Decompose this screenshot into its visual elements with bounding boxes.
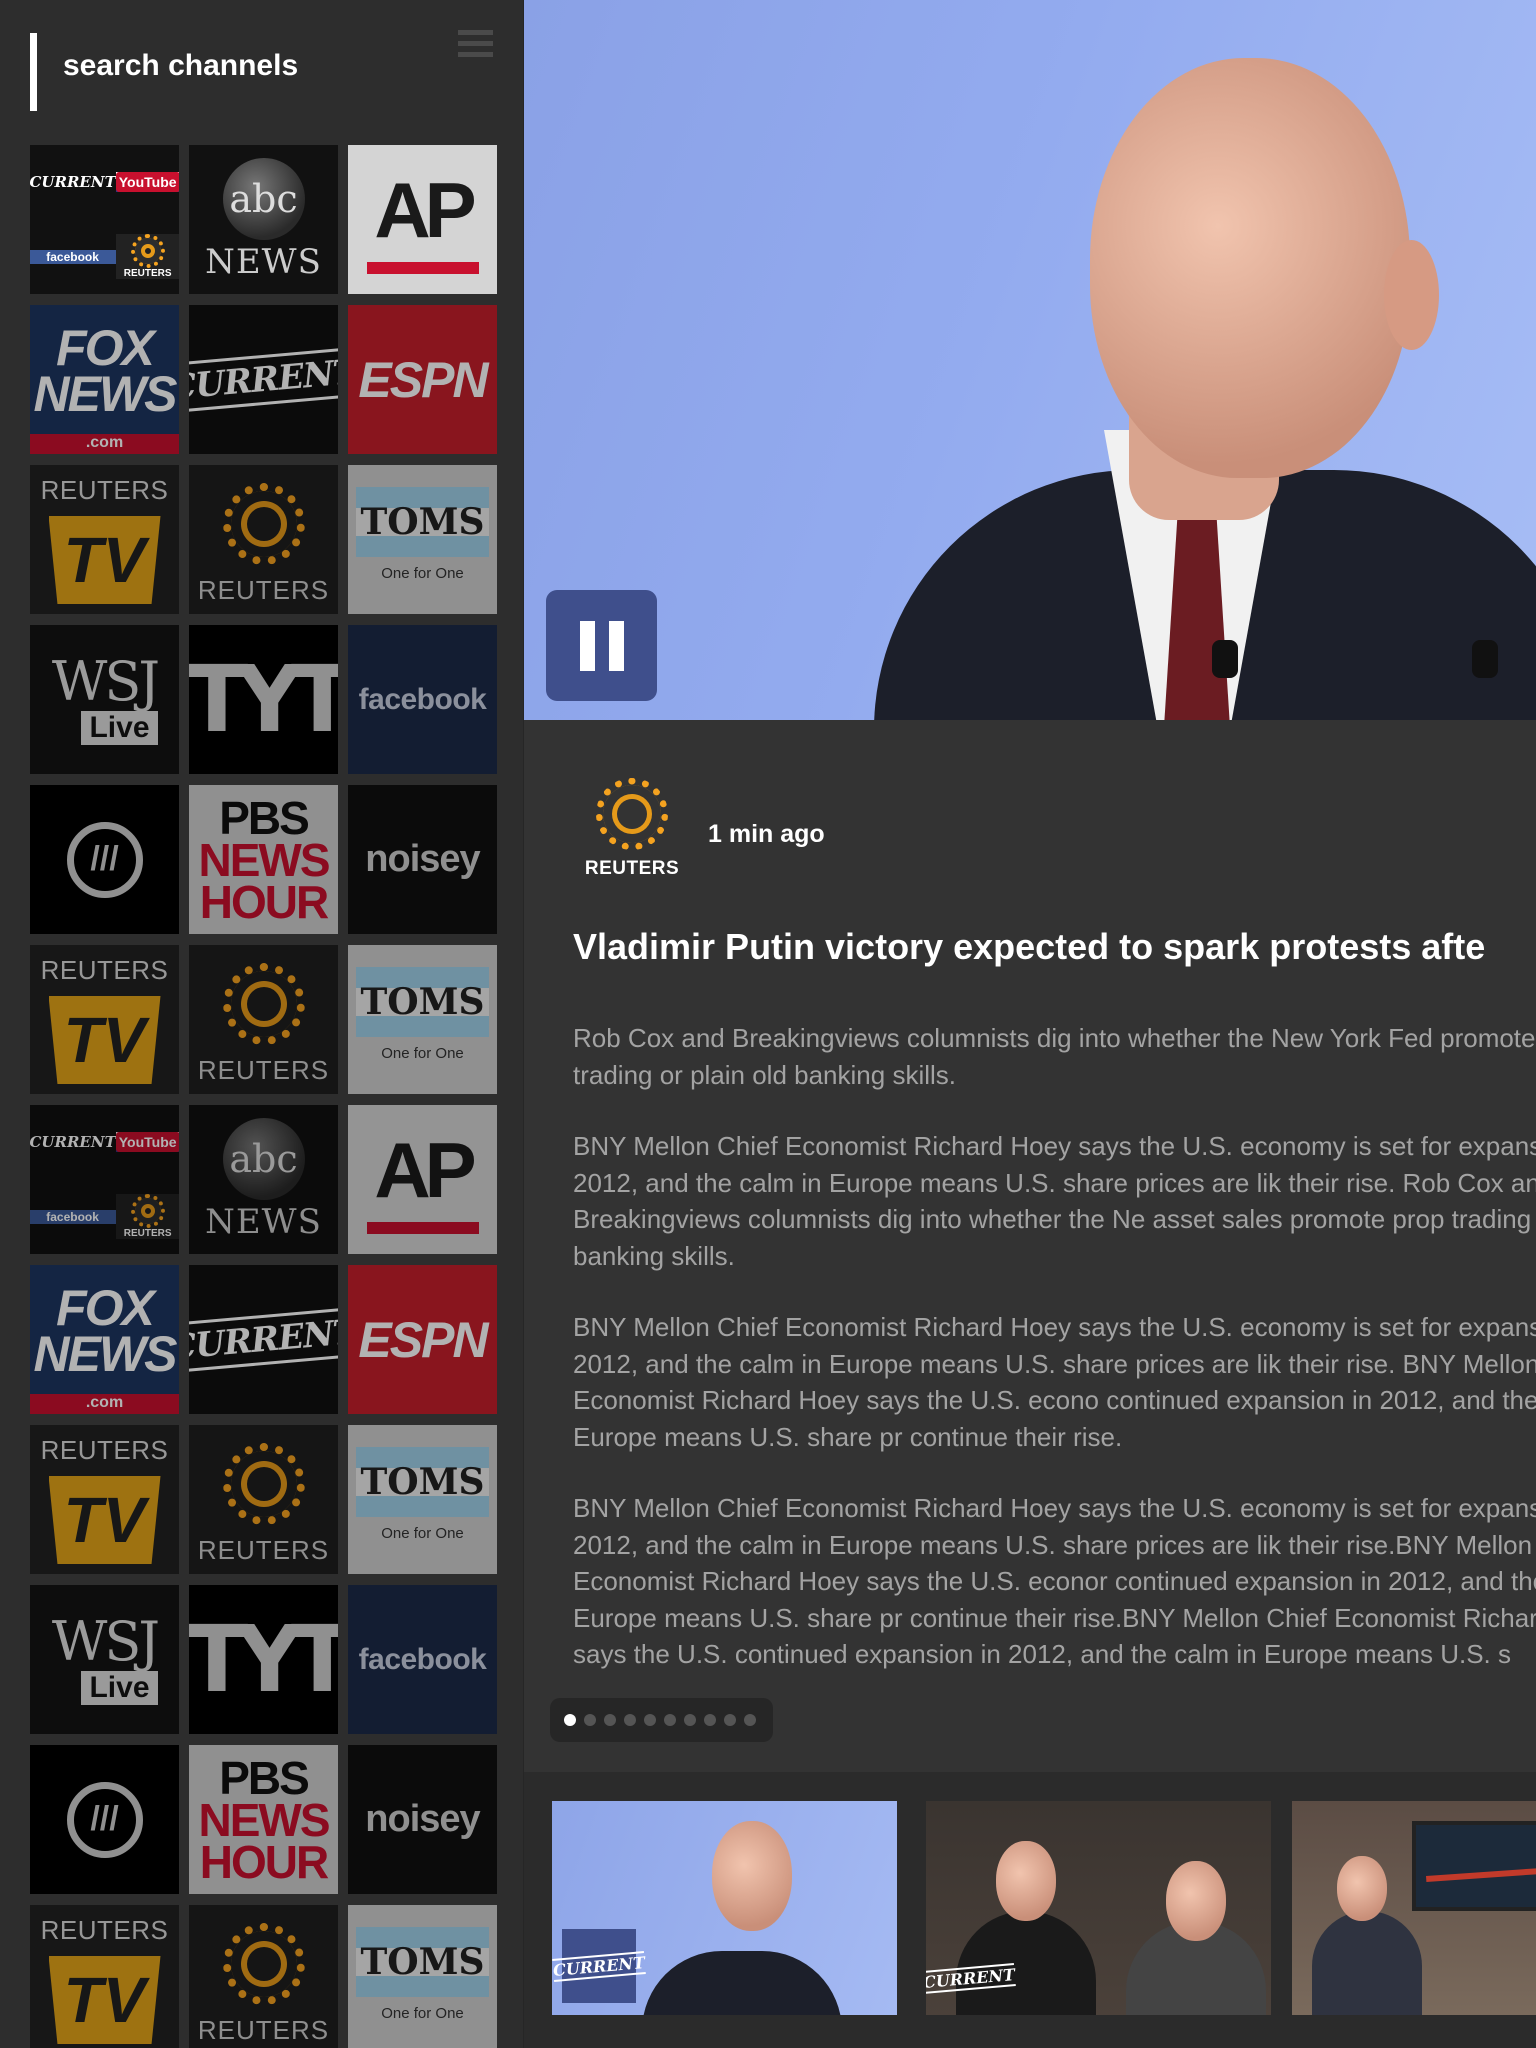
channel-tile-reu[interactable]: REUTERS xyxy=(189,1425,338,1574)
article-paragraph: Rob Cox and Breakingviews columnists dig… xyxy=(573,1023,1536,1090)
channel-tile-espn[interactable]: ESPN xyxy=(348,1265,497,1414)
pause-icon-bar xyxy=(579,620,595,671)
channel-tile-reutv[interactable]: REUTERS TV xyxy=(30,1905,179,2048)
main-content: REUTERS 1 min ago Vladimir Putin victory… xyxy=(524,0,1536,2048)
app-root: search channels CURRENT YouTube facebook RE… xyxy=(0,0,1536,2048)
current-channel-badge: CURRENT xyxy=(552,1929,646,2003)
channel-tile-pbs[interactable]: PBS NEWS HOUR xyxy=(189,785,338,934)
microphone-icon xyxy=(1212,640,1238,678)
channel-tile-pitch[interactable]: /// xyxy=(30,1745,179,1894)
article-body: Rob Cox and Breakingviews columnists dig… xyxy=(573,1020,1536,1708)
video-frame-ear xyxy=(1384,240,1439,350)
thumb-face xyxy=(712,1821,792,1931)
channel-tile-reutv[interactable]: REUTERS TV xyxy=(30,465,179,614)
thumb-figure xyxy=(642,1951,842,2015)
channel-tile-reutv[interactable]: REUTERS TV xyxy=(30,945,179,1094)
channel-tile-wsj[interactable]: WSJ Live xyxy=(30,625,179,774)
video-thumbnail[interactable]: CURRENT xyxy=(926,1801,1271,2015)
channel-tile-espn[interactable]: ESPN xyxy=(348,305,497,454)
current-channel-badge: CURRENT xyxy=(926,1941,1016,2015)
channel-tile-wsj[interactable]: WSJ Live xyxy=(30,1585,179,1734)
video-thumbnail[interactable]: CURRENT xyxy=(552,1801,897,2015)
channel-tile-pitch[interactable]: /// xyxy=(30,785,179,934)
thumb-face xyxy=(996,1841,1056,1921)
thumb-figure xyxy=(1312,1911,1422,2015)
article-timestamp: 1 min ago xyxy=(708,820,825,848)
pause-icon-bar xyxy=(608,620,624,671)
channel-tile-reutv[interactable]: REUTERS TV xyxy=(30,1425,179,1574)
article-paragraph: BNY Mellon Chief Economist Richard Hoey … xyxy=(573,1131,1536,1271)
thumb-face xyxy=(1166,1861,1226,1941)
page-dot[interactable] xyxy=(724,1714,736,1726)
page-dot[interactable] xyxy=(584,1714,596,1726)
channel-tile-composite[interactable]: CURRENT YouTube facebook REUTERS xyxy=(30,1105,179,1254)
pause-button[interactable] xyxy=(546,590,657,701)
channel-tile-tyt[interactable]: TYT xyxy=(189,625,338,774)
video-frame-face xyxy=(1090,58,1410,478)
channel-tile-current[interactable]: CURRENT xyxy=(189,1265,338,1414)
page-indicator[interactable] xyxy=(550,1698,773,1742)
page-dot[interactable] xyxy=(744,1714,756,1726)
channel-tile-reu[interactable]: REUTERS xyxy=(189,1905,338,2048)
channel-tile-ap[interactable]: AP xyxy=(348,145,497,294)
reuters-logo-icon xyxy=(596,778,668,850)
article-paragraph: BNY Mellon Chief Economist Richard Hoey … xyxy=(573,1312,1536,1452)
channel-grid: CURRENT YouTube facebook REUTERS abc NEWS AP FO… xyxy=(30,145,500,2048)
search-placeholder: search channels xyxy=(63,49,299,82)
related-videos-strip: CURRENT CURRENT xyxy=(524,1772,1536,2048)
channel-tile-abc[interactable]: abc NEWS xyxy=(189,145,338,294)
channel-tile-abc[interactable]: abc NEWS xyxy=(189,1105,338,1254)
page-dot[interactable] xyxy=(624,1714,636,1726)
hamburger-menu-icon[interactable] xyxy=(458,30,493,60)
source-name: REUTERS xyxy=(584,858,680,879)
channel-tile-composite[interactable]: CURRENT YouTube facebook REUTERS xyxy=(30,145,179,294)
thumb-face xyxy=(1337,1856,1387,1921)
channel-tile-fb[interactable]: facebook xyxy=(348,1585,497,1734)
channel-sidebar: search channels CURRENT YouTube facebook RE… xyxy=(0,0,523,2048)
channel-tile-reu[interactable]: REUTERS xyxy=(189,945,338,1094)
article-paragraph: BNY Mellon Chief Economist Richard Hoey … xyxy=(573,1493,1536,1669)
channel-tile-toms[interactable]: TOMS One for One xyxy=(348,945,497,1094)
page-dot[interactable] xyxy=(704,1714,716,1726)
page-dot[interactable] xyxy=(684,1714,696,1726)
channel-tile-noisey[interactable]: noisey xyxy=(348,785,497,934)
page-dot[interactable] xyxy=(604,1714,616,1726)
channel-tile-fox[interactable]: FOX NEWS .com xyxy=(30,1265,179,1414)
search-channels-input[interactable]: search channels xyxy=(30,33,470,111)
article-panel: REUTERS 1 min ago Vladimir Putin victory… xyxy=(524,720,1536,1770)
channel-tile-toms[interactable]: TOMS One for One xyxy=(348,1425,497,1574)
channel-tile-fb[interactable]: facebook xyxy=(348,625,497,774)
channel-tile-noisey[interactable]: noisey xyxy=(348,1745,497,1894)
microphone-icon xyxy=(1472,640,1498,678)
video-thumbnail[interactable] xyxy=(1292,1801,1536,2015)
page-dot[interactable] xyxy=(664,1714,676,1726)
channel-tile-reu[interactable]: REUTERS xyxy=(189,465,338,614)
thumb-screen xyxy=(1412,1821,1536,1911)
article-headline: Vladimir Putin victory expected to spark… xyxy=(573,926,1486,967)
page-dot[interactable] xyxy=(644,1714,656,1726)
channel-tile-current[interactable]: CURRENT xyxy=(189,305,338,454)
channel-tile-ap[interactable]: AP xyxy=(348,1105,497,1254)
video-player[interactable] xyxy=(524,0,1536,720)
channel-tile-toms[interactable]: TOMS One for One xyxy=(348,1905,497,2048)
channel-tile-tyt[interactable]: TYT xyxy=(189,1585,338,1734)
page-dot[interactable] xyxy=(564,1714,576,1726)
channel-tile-pbs[interactable]: PBS NEWS HOUR xyxy=(189,1745,338,1894)
channel-tile-fox[interactable]: FOX NEWS .com xyxy=(30,305,179,454)
channel-tile-toms[interactable]: TOMS One for One xyxy=(348,465,497,614)
source-logo[interactable]: REUTERS xyxy=(580,778,684,888)
